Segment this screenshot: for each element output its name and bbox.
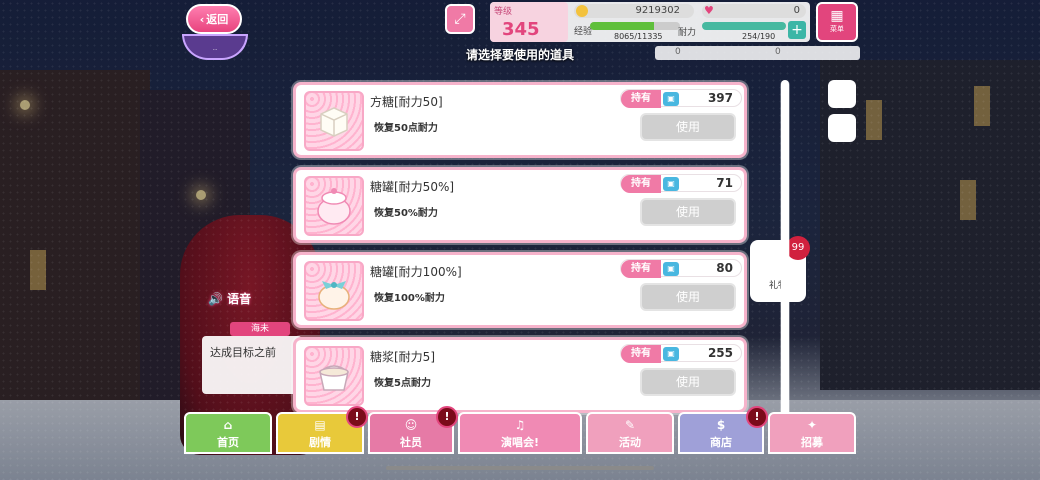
menu-label: 菜单 [830, 25, 844, 33]
live-icon: ♫ [514, 418, 526, 432]
gems-value: 0 [793, 5, 800, 16]
voice-label[interactable]: 🔊 语音 [208, 290, 251, 307]
story-icon: ▤ [314, 418, 326, 432]
speaker-icon: 🔊 [208, 292, 223, 306]
item-card: 糖罐[耐力50%] 恢复50%耐力 持有 ▣ 71 使用 [293, 167, 747, 243]
exp-value: 8065/11335 [614, 32, 663, 41]
nav-label: 社员 [400, 436, 422, 449]
item-name: 糖罐[耐力100%] [370, 265, 462, 279]
owned-label: 持有 [621, 345, 661, 363]
rank-label: 等级 [494, 7, 513, 17]
nav-members[interactable]: ☺ 社员! [368, 406, 458, 454]
owned-count: 255 [707, 346, 733, 360]
use-button[interactable]: 使用 [640, 113, 736, 141]
exp-fill [590, 22, 654, 30]
fullscreen-icon[interactable]: ⤢ [445, 4, 475, 34]
event-icon: ✎ [624, 418, 636, 432]
owned-label: 持有 [621, 175, 661, 193]
rank-value: 345 [502, 19, 540, 40]
item-description: 恢复100%耐力 [374, 293, 445, 304]
nav-story[interactable]: ▤ 剧情! [276, 406, 368, 454]
nav-label: 首页 [217, 436, 239, 449]
nav-label: 招募 [801, 436, 823, 449]
sugar-jar-icon [304, 176, 364, 236]
stamina-label: 耐力 [678, 28, 697, 38]
chat-box: 达成目标之前 [202, 336, 302, 394]
item-type-icon: ▣ [663, 177, 679, 191]
sugar-cube-icon [304, 91, 364, 151]
syrup-icon [304, 346, 364, 406]
heart-icon: ♥ [704, 4, 714, 17]
scrollbar-thumb[interactable] [781, 80, 789, 420]
item-type-icon: ▣ [663, 92, 679, 106]
exp-bar [590, 22, 680, 30]
owned-label: 持有 [621, 260, 661, 278]
nav-event[interactable]: ✎ 活动 [586, 412, 674, 454]
owned-count-box: 持有 ▣ 80 [620, 259, 742, 278]
item-description: 恢复50点耐力 [374, 123, 438, 134]
nav-live[interactable]: ♫ 演唱会! [458, 412, 582, 454]
menu-button[interactable]: ▦ 菜单 [816, 2, 858, 42]
bottom-nav: ⌂ 首页 ▤ 剧情! ☺ 社员! ♫ 演唱会! ✎ 活动 $ 商店! ✦ 招募 [184, 406, 856, 454]
use-button[interactable]: 使用 [640, 198, 736, 226]
owned-count: 71 [716, 176, 733, 190]
rank-box: 等级 345 [490, 2, 568, 42]
owned-count-box: 持有 ▣ 255 [620, 344, 742, 363]
nav-scout[interactable]: ✦ 招募 [768, 412, 856, 454]
add-stamina-button[interactable]: + [788, 21, 806, 39]
notification-icon: ! [436, 406, 458, 428]
select-item-prompt: 请选择要使用的道具 [465, 48, 574, 62]
nav-label: 剧情 [309, 436, 331, 449]
home-icon: ⌂ [223, 418, 233, 432]
chevron-left-icon: ‹ [199, 12, 205, 26]
nav-label: 活动 [619, 436, 641, 449]
owned-label: 持有 [621, 90, 661, 108]
nav-label: 商店 [710, 436, 732, 449]
coin-icon [576, 5, 588, 17]
nav-shop[interactable]: $ 商店! [678, 406, 768, 454]
owned-count-box: 持有 ▣ 71 [620, 174, 742, 193]
item-card: 方糖[耐力50] 恢复50点耐力 持有 ▣ 397 使用 [293, 82, 747, 158]
coins-value: 9219302 [635, 5, 680, 16]
item-description: 恢复50%耐力 [374, 208, 438, 219]
player-status: 等级 345 9219302 ♥ 0 经验 8065/11335 耐力 254/… [490, 2, 810, 42]
back-label: 返回 [206, 13, 229, 26]
nav-label: 演唱会! [500, 436, 540, 449]
item-type-icon: ▣ [663, 347, 679, 361]
item-name: 糖罐[耐力50%] [370, 180, 455, 194]
item-name: 糖浆[耐力5] [370, 350, 435, 364]
stamina-value: 254/190 [742, 32, 776, 41]
item-name: 方糖[耐力50] [370, 95, 443, 109]
side-icons [828, 80, 856, 148]
notification-icon: ! [746, 406, 768, 428]
owned-count-box: 持有 ▣ 397 [620, 89, 742, 108]
owned-count: 80 [716, 261, 733, 275]
stamina-fill [702, 22, 786, 30]
notification-icon: ! [346, 406, 368, 428]
use-button[interactable]: 使用 [640, 283, 736, 311]
use-button[interactable]: 使用 [640, 368, 736, 396]
owned-count: 397 [707, 91, 733, 105]
item-description: 恢复5点耐力 [374, 378, 431, 389]
shop-icon: $ [716, 418, 726, 432]
item-card: 糖罐[耐力100%] 恢复100%耐力 持有 ▣ 80 使用 [293, 252, 747, 328]
item-card: 糖浆[耐力5] 恢复5点耐力 持有 ▣ 255 使用 [293, 337, 747, 413]
nav-home[interactable]: ⌂ 首页 [184, 412, 272, 454]
scout-icon: ✦ [806, 418, 818, 432]
stamina-bar [702, 22, 786, 30]
item-type-icon: ▣ [663, 262, 679, 276]
coins-display: 9219302 [574, 4, 694, 18]
voice-text: 语音 [227, 292, 252, 306]
home-indicator [386, 466, 654, 470]
speaker-name: 海未 [230, 322, 290, 336]
members-icon: ☺ [404, 418, 418, 432]
back-button[interactable]: ‹ 返回 [186, 4, 242, 34]
gems-display: ♥ 0 [702, 4, 806, 18]
sugar-jar-ribbon-icon [304, 261, 364, 321]
